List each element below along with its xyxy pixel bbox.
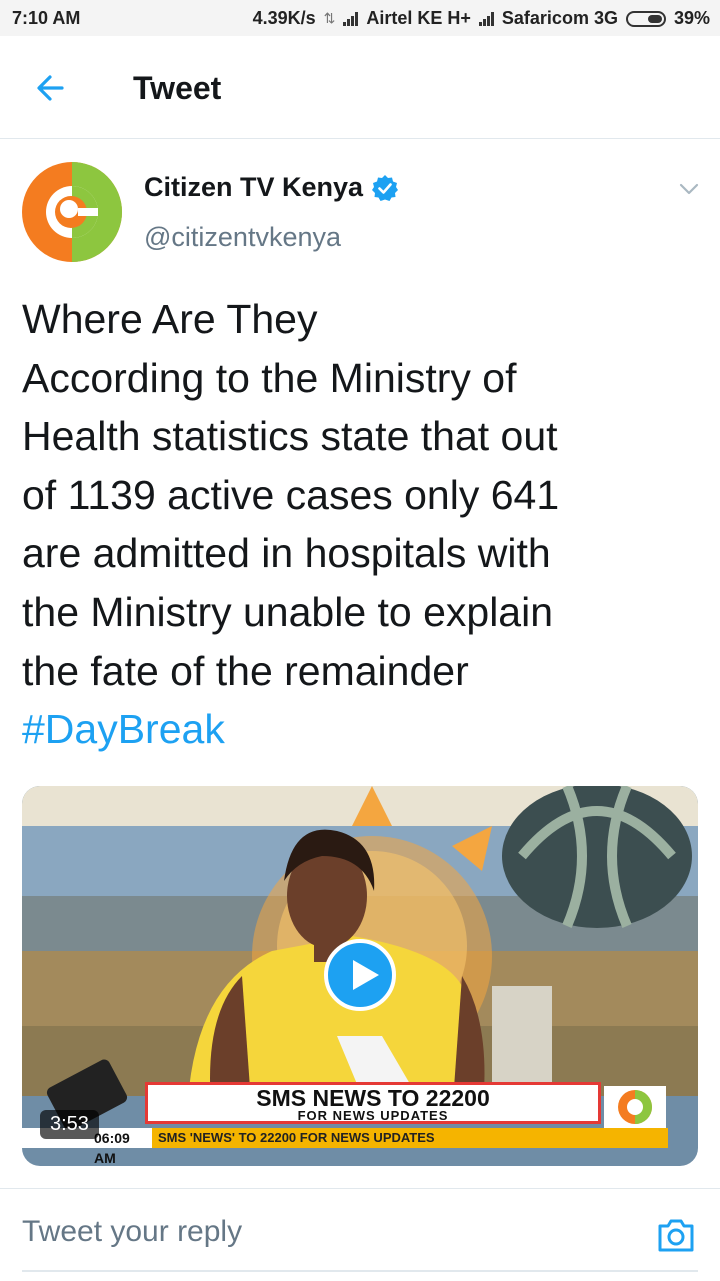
tweet-text-line: According to the Ministry of [22, 354, 517, 401]
page-title: Tweet [133, 70, 222, 106]
status-bar: 7:10 AM 4.39K/s ⇅ Airtel KE H+ Safaricom… [0, 0, 720, 36]
author-name[interactable]: Citizen TV Kenya [144, 172, 363, 203]
video-player[interactable]: SMS NEWS TO 22200 FOR NEWS UPDATES 06:09… [22, 786, 698, 1166]
tweet-text-line: Where Are They [22, 296, 318, 342]
tweet-text: Where Are They According to the Ministry… [22, 290, 692, 759]
news-ticker: 06:09 AM SMS 'NEWS' TO 22200 FOR NEWS UP… [22, 1128, 668, 1166]
data-arrows-icon: ⇅ [323, 10, 336, 26]
reply-input[interactable]: Tweet your reply [22, 1215, 242, 1249]
tweet-text-line: are admitted in hospitals with [22, 530, 551, 577]
citizen-tv-logo-icon [604, 1086, 666, 1128]
chevron-down-icon[interactable] [676, 176, 702, 202]
app-header: Tweet [0, 36, 720, 139]
verified-badge-icon [372, 174, 399, 201]
ticker-text: SMS 'NEWS' TO 22200 FOR NEWS UPDATES [158, 1130, 435, 1145]
arrow-left-icon[interactable] [30, 68, 70, 108]
author-handle[interactable]: @citizentvkenya [144, 222, 341, 253]
signal-icon [343, 11, 359, 26]
banner-title: SMS NEWS TO 22200 [256, 1085, 490, 1111]
battery-percent: 39% [673, 8, 710, 28]
tweet-text-line: the fate of the remainder [22, 647, 469, 694]
tweet-text-line: the Ministry unable to explain [22, 588, 554, 635]
camera-icon[interactable] [656, 1216, 696, 1254]
status-time: 7:10 AM [12, 8, 81, 28]
news-banner: SMS NEWS TO 22200 FOR NEWS UPDATES [145, 1082, 601, 1124]
video-duration: 3:53 [40, 1110, 99, 1139]
battery-icon [625, 10, 666, 27]
tweet-text-line: Health statistics state that out [22, 413, 558, 460]
banner-subtitle: FOR NEWS UPDATES [297, 1108, 449, 1123]
avatar[interactable] [22, 162, 122, 262]
signal-icon-2 [478, 11, 494, 26]
hashtag-link[interactable]: #DayBreak [22, 700, 692, 759]
carrier-1: Airtel KE H+ [366, 8, 471, 28]
tweet-text-line: of 1139 active cases only 641 [22, 471, 560, 518]
reply-underline [22, 1270, 698, 1272]
network-speed: 4.39K/s [252, 8, 316, 28]
carrier-2: Safaricom 3G [501, 8, 618, 28]
play-button-icon[interactable] [324, 939, 396, 1011]
